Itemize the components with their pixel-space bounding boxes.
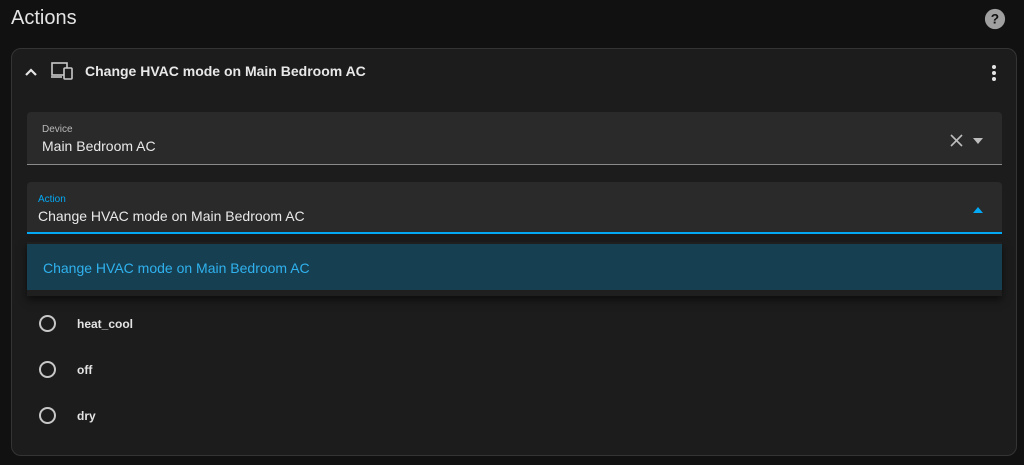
- svg-text:?: ?: [991, 12, 999, 27]
- action-field-label: Action: [38, 194, 66, 205]
- action-picker[interactable]: Action Change HVAC mode on Main Bedroom …: [27, 182, 1002, 234]
- device-field-value: Main Bedroom AC: [42, 138, 156, 154]
- radio-option-dry[interactable]: dry: [39, 407, 439, 431]
- devices-icon: [51, 62, 73, 80]
- action-dropdown-menu: Change HVAC mode on Main Bedroom AC: [27, 242, 1002, 296]
- dots-vertical-icon[interactable]: [984, 62, 1004, 84]
- dropdown-option-selected[interactable]: Change HVAC mode on Main Bedroom AC: [27, 244, 1002, 290]
- radio-option-off[interactable]: off: [39, 361, 439, 385]
- action-card-title: Change HVAC mode on Main Bedroom AC: [85, 63, 366, 79]
- help-circle-icon[interactable]: ?: [984, 8, 1006, 30]
- radio-label: off: [77, 363, 93, 377]
- chevron-up-icon[interactable]: [22, 63, 40, 81]
- radio-label: dry: [77, 409, 96, 423]
- dropdown-option-label: Change HVAC mode on Main Bedroom AC: [43, 260, 310, 276]
- action-field-value: Change HVAC mode on Main Bedroom AC: [38, 208, 305, 224]
- caret-down-icon[interactable]: [973, 138, 983, 144]
- radio-button[interactable]: [39, 315, 56, 332]
- section-title: Actions: [11, 7, 77, 29]
- caret-up-icon[interactable]: [973, 207, 983, 213]
- device-picker[interactable]: Device Main Bedroom AC: [27, 112, 1002, 165]
- device-field-label: Device: [42, 124, 73, 135]
- automation-editor: Actions ? Change HVAC mode on Main Bedro…: [0, 0, 1024, 465]
- radio-button[interactable]: [39, 407, 56, 424]
- radio-label: heat_cool: [77, 317, 134, 331]
- radio-button[interactable]: [39, 361, 56, 378]
- radio-option-heat-cool[interactable]: heat_cool: [39, 315, 439, 339]
- close-icon[interactable]: [950, 134, 963, 147]
